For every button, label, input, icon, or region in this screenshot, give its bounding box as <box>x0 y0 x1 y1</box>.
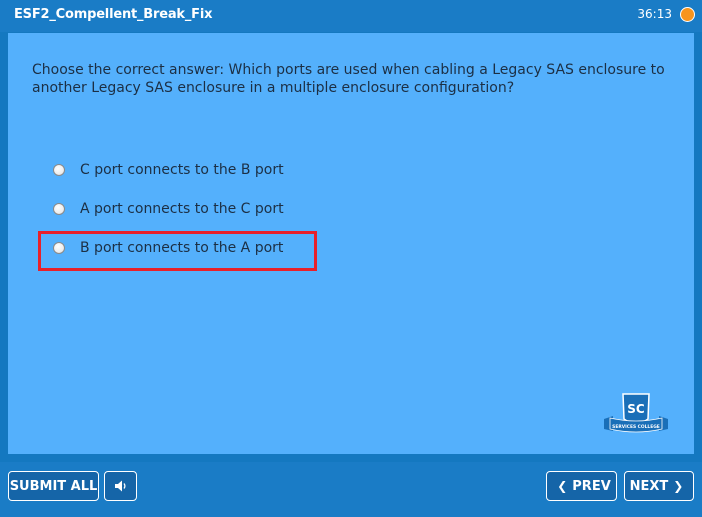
course-title: ESF2_Compellent_Break_Fix <box>14 7 213 22</box>
radio-button[interactable] <box>53 164 65 176</box>
speaker-icon <box>114 480 126 492</box>
submit-all-button[interactable]: SUBMIT ALL <box>8 471 99 501</box>
next-button[interactable]: NEXT ❯ <box>624 471 694 501</box>
logo-banner: SERVICES COLLEGE <box>612 424 660 430</box>
chevron-left-icon: ❮ <box>557 479 568 493</box>
option-label: A port connects to the C port <box>80 201 284 217</box>
answer-option-2[interactable]: A port connects to the C port <box>53 199 284 219</box>
audio-button[interactable] <box>104 471 137 501</box>
prev-button[interactable]: ❮ PREV <box>546 471 617 501</box>
answer-option-1[interactable]: C port connects to the B port <box>53 160 284 180</box>
question-text: Choose the correct answer: Which ports a… <box>32 62 665 96</box>
logo-initials: SC <box>627 402 645 416</box>
services-college-logo: SC SERVICES COLLEGE <box>604 393 668 433</box>
radio-button[interactable] <box>53 203 65 215</box>
prev-label: PREV <box>572 478 611 494</box>
answer-highlight-box <box>38 231 317 271</box>
title-bar: ESF2_Compellent_Break_Fix 36:13 <box>0 0 702 32</box>
submit-all-label: SUBMIT ALL <box>9 478 98 494</box>
timer-status-icon <box>680 7 695 22</box>
chevron-right-icon: ❯ <box>673 479 684 493</box>
question-panel: Choose the correct answer: Which ports a… <box>8 33 694 454</box>
option-label: C port connects to the B port <box>80 162 284 178</box>
next-label: NEXT <box>629 478 669 494</box>
timer: 36:13 <box>637 7 672 21</box>
